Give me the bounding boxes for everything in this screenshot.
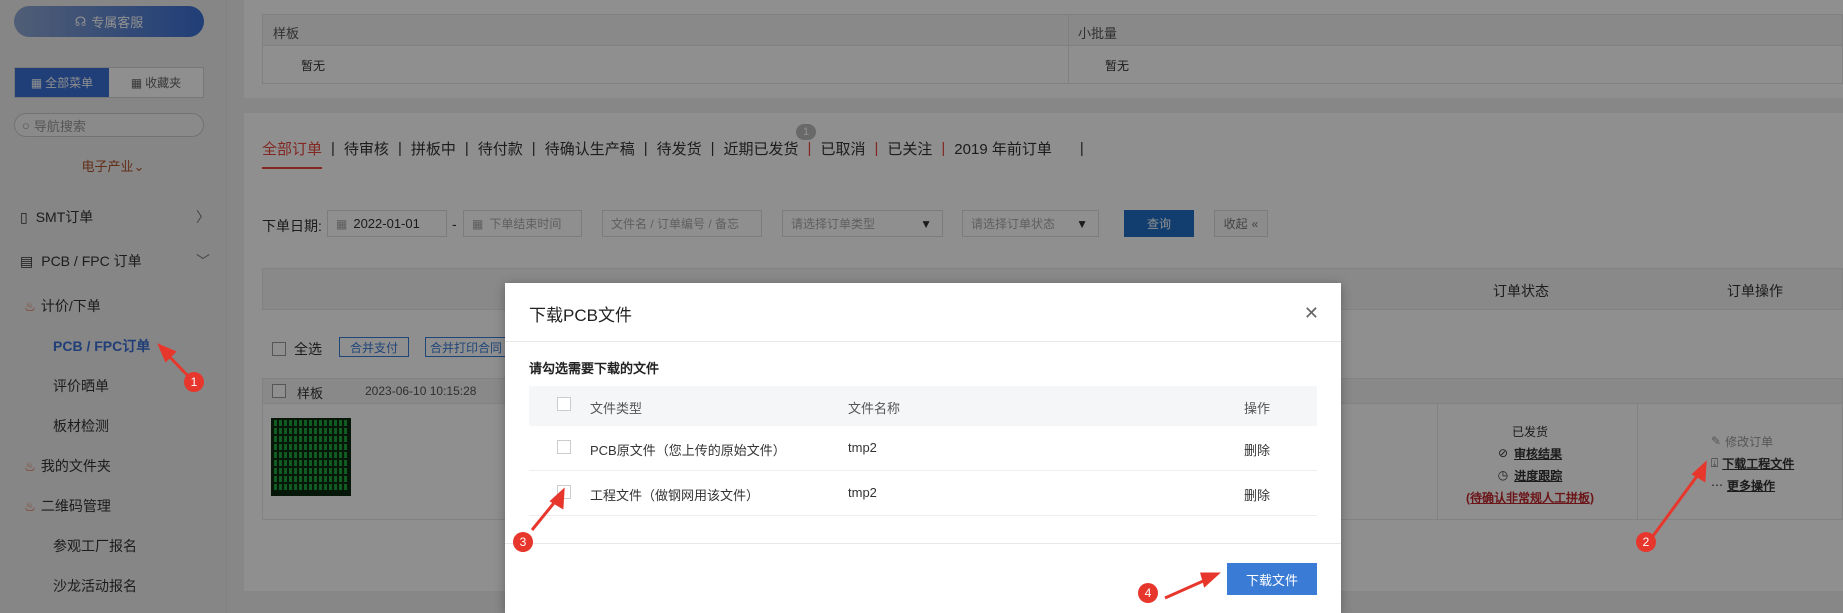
annotation-marker-2: 2 — [1636, 532, 1656, 552]
annotation-marker-3: 3 — [513, 532, 533, 552]
annotation-marker-1: 1 — [184, 372, 204, 392]
annotation-arrows — [157, 343, 1707, 600]
annotation-marker-4: 4 — [1138, 583, 1158, 603]
